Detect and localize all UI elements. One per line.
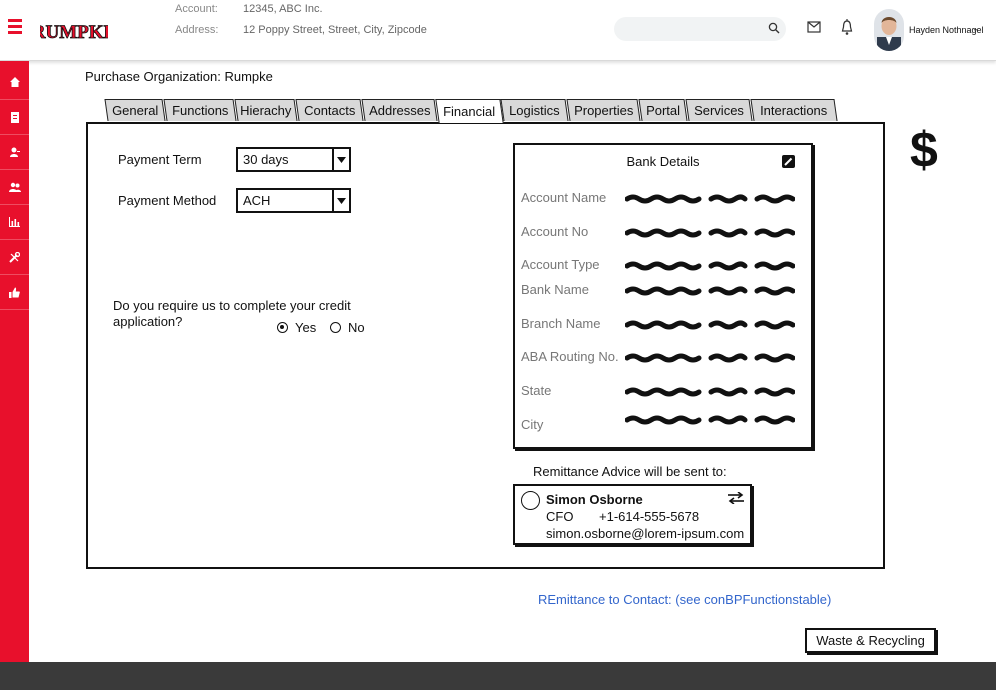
radio-yes[interactable]: Yes: [277, 320, 316, 335]
bank-field-label: City: [521, 417, 544, 432]
org-value: Rumpke: [224, 69, 273, 84]
bank-details-card: Bank Details Account Name Account No Acc…: [513, 143, 813, 449]
sidebar-item-feedback[interactable]: [0, 275, 29, 310]
bank-field-label: Account Name: [521, 190, 607, 205]
contact-role: CFO: [546, 509, 574, 524]
remittance-contact-card[interactable]: Simon Osborne CFO +1-614-555-5678 simon.…: [513, 484, 752, 545]
radio-unselected-icon[interactable]: [330, 322, 341, 333]
redacted-value: [625, 320, 795, 330]
redacted-value: [625, 286, 795, 296]
search-input[interactable]: [614, 17, 786, 41]
address-value: 12 Poppy Street, Street, City, Zipcode: [243, 24, 427, 36]
payment-method-label: Payment Method: [118, 193, 217, 208]
sidebar-item-user[interactable]: [0, 135, 29, 170]
account-value: 12345, ABC Inc.: [243, 3, 323, 15]
bank-field-label: Account Type: [521, 257, 600, 272]
remittance-contact-link[interactable]: REmittance to Contact: (see conBPFunctio…: [538, 592, 831, 607]
waste-recycling-button[interactable]: Waste & Recycling: [805, 628, 936, 653]
bank-field-label: State: [521, 383, 552, 398]
bank-field-label: Bank Name: [521, 282, 589, 297]
account-label: Account:: [175, 3, 218, 15]
dropdown-arrow-icon[interactable]: [332, 149, 349, 170]
document-icon: [10, 111, 19, 123]
dropdown-arrow-icon[interactable]: [332, 190, 349, 211]
tab-portal[interactable]: Portal: [638, 99, 688, 121]
svg-text:RUMPKE: RUMPKE: [40, 22, 108, 43]
payment-method-value: ACH: [243, 193, 271, 208]
contact-select-radio[interactable]: [521, 491, 540, 510]
edit-icon[interactable]: [782, 155, 795, 168]
payment-method-select[interactable]: ACH: [236, 188, 351, 213]
top-header: RUMPKE Account: 12345, ABC Inc. Address:…: [0, 0, 996, 61]
bank-field-label: Account No: [521, 224, 589, 239]
org-label: Purchase Organization:: [85, 69, 221, 84]
tab-financial[interactable]: Financial: [435, 99, 504, 123]
radio-yes-label: Yes: [295, 320, 317, 335]
chevron-down-icon[interactable]: ⌄: [972, 24, 979, 33]
redacted-value: [625, 415, 795, 425]
tab-contacts[interactable]: Contacts: [295, 99, 364, 121]
sidebar-item-users[interactable]: [0, 170, 29, 205]
tab-properties[interactable]: Properties: [566, 99, 641, 121]
bank-details-title: Bank Details: [626, 154, 700, 169]
swap-icon[interactable]: [728, 492, 744, 504]
payment-term-label: Payment Term: [118, 152, 202, 167]
bank-field-label: Branch Name: [521, 316, 601, 331]
redacted-value: [625, 261, 795, 271]
purchase-organization: Purchase Organization: Rumpke: [85, 69, 273, 84]
home-icon: [9, 77, 20, 87]
radio-no[interactable]: No: [330, 320, 365, 335]
redacted-value: [625, 228, 795, 238]
redacted-value: [625, 353, 795, 363]
tab-logistics[interactable]: Logistics: [500, 99, 569, 121]
contact-phone: +1-614-555-5678: [599, 509, 700, 524]
bank-field-label: ABA Routing No.: [521, 349, 619, 364]
user-icon: [9, 147, 20, 157]
tab-interactions[interactable]: Interactions: [750, 99, 838, 121]
redacted-value: [625, 387, 795, 397]
remittance-label: Remittance Advice will be sent to:: [533, 464, 727, 479]
chart-icon: [9, 217, 20, 227]
radio-selected-icon[interactable]: [277, 322, 288, 333]
radio-no-label: No: [348, 320, 365, 335]
footer-bar: [0, 662, 996, 690]
menu-icon[interactable]: [8, 19, 22, 34]
tab-addresses[interactable]: Addresses: [361, 99, 438, 121]
rumpke-logo[interactable]: RUMPKE: [40, 14, 108, 46]
redacted-value: [625, 194, 795, 204]
search-icon[interactable]: [768, 22, 780, 34]
sidebar: [0, 61, 29, 662]
contact-email: simon.osborne@lorem-ipsum.com: [546, 526, 745, 541]
sidebar-item-reports[interactable]: [0, 205, 29, 240]
sidebar-item-home[interactable]: [0, 65, 29, 100]
tab-general[interactable]: General: [104, 99, 166, 121]
avatar[interactable]: [874, 9, 904, 51]
address-label: Address:: [175, 24, 219, 36]
sidebar-item-tools[interactable]: [0, 240, 29, 275]
payment-term-select[interactable]: 30 days: [236, 147, 351, 172]
tab-bar: General Functions Hierachy Contacts Addr…: [104, 99, 844, 123]
tools-icon: [9, 251, 20, 263]
tab-hierachy[interactable]: Hierachy: [234, 99, 298, 121]
currency-symbol: $: [910, 122, 938, 178]
sidebar-item-documents[interactable]: [0, 100, 29, 135]
notification-icon[interactable]: [841, 19, 853, 36]
users-icon: [8, 182, 21, 192]
tab-services[interactable]: Services: [685, 99, 753, 121]
tab-functions[interactable]: Functions: [163, 99, 237, 121]
mail-icon[interactable]: [807, 21, 821, 33]
payment-term-value: 30 days: [243, 152, 289, 167]
thumbs-up-icon: [9, 287, 20, 298]
contact-name: Simon Osborne: [546, 492, 643, 507]
